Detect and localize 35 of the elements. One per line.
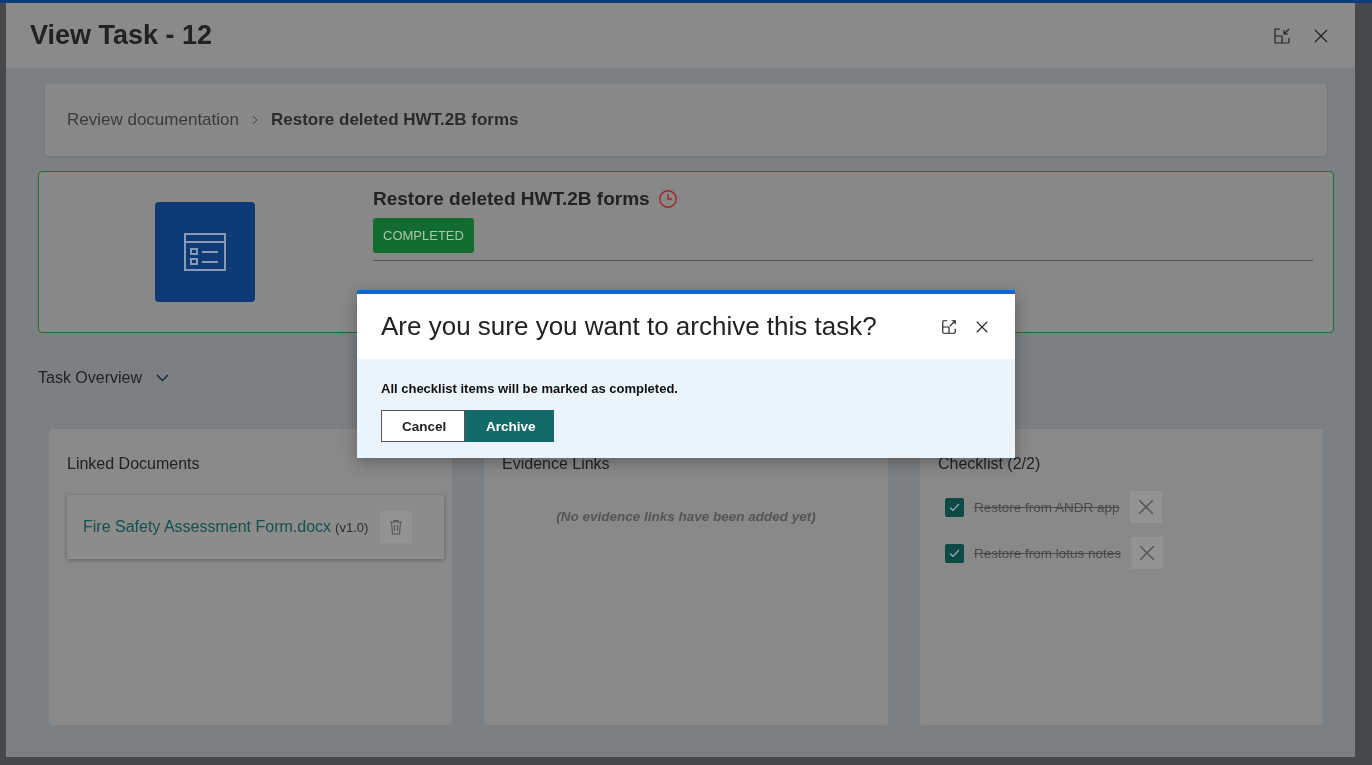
close-icon [975, 319, 989, 334]
collapse-icon [1273, 26, 1291, 45]
remove-item-button[interactable] [1129, 491, 1162, 523]
delete-button[interactable] [380, 511, 413, 543]
chevron-down-icon [156, 374, 170, 382]
task-title: Restore deleted HWT.2B forms [373, 188, 650, 210]
task-overview-toggle[interactable]: Task Overview [38, 369, 170, 387]
breadcrumb-item[interactable]: Review documentation [67, 110, 239, 130]
checkbox[interactable] [945, 497, 964, 517]
card-title: Linked Documents [67, 455, 201, 473]
archive-button[interactable]: Archive [465, 410, 554, 442]
close-icon [1136, 498, 1155, 516]
checkmark-icon [949, 502, 960, 512]
cancel-button[interactable]: Cancel [381, 410, 465, 442]
checkbox[interactable] [945, 543, 964, 563]
checkmark-icon [949, 548, 960, 558]
clock-icon [657, 189, 678, 209]
dialog-title: Are you sure you want to archive this task? [381, 311, 878, 342]
document-link[interactable]: Fire Safety Assessment Form.docx [83, 518, 332, 536]
status-badge: COMPLETED [373, 218, 474, 253]
checklist-item-label: Restore from lotus notes [974, 545, 1122, 561]
remove-item-button[interactable] [1131, 537, 1164, 569]
version-label: (v1.0) [335, 519, 369, 535]
checklist-item-label: Restore from ANDR app [974, 499, 1120, 515]
close-icon [1138, 544, 1157, 562]
dialog-message: All checklist items will be marked as completed. [381, 381, 679, 396]
expand-icon [941, 318, 957, 335]
trash-icon [389, 519, 404, 535]
close-icon [1313, 27, 1329, 44]
window-title: View Task - 12 [30, 20, 214, 51]
chevron-right-icon [251, 115, 259, 125]
breadcrumb-item: Restore deleted HWT.2B forms [271, 110, 519, 130]
form-icon [155, 202, 255, 302]
card-title: Evidence Links [502, 455, 611, 473]
card-title: Checklist (2/2) [938, 455, 1042, 473]
